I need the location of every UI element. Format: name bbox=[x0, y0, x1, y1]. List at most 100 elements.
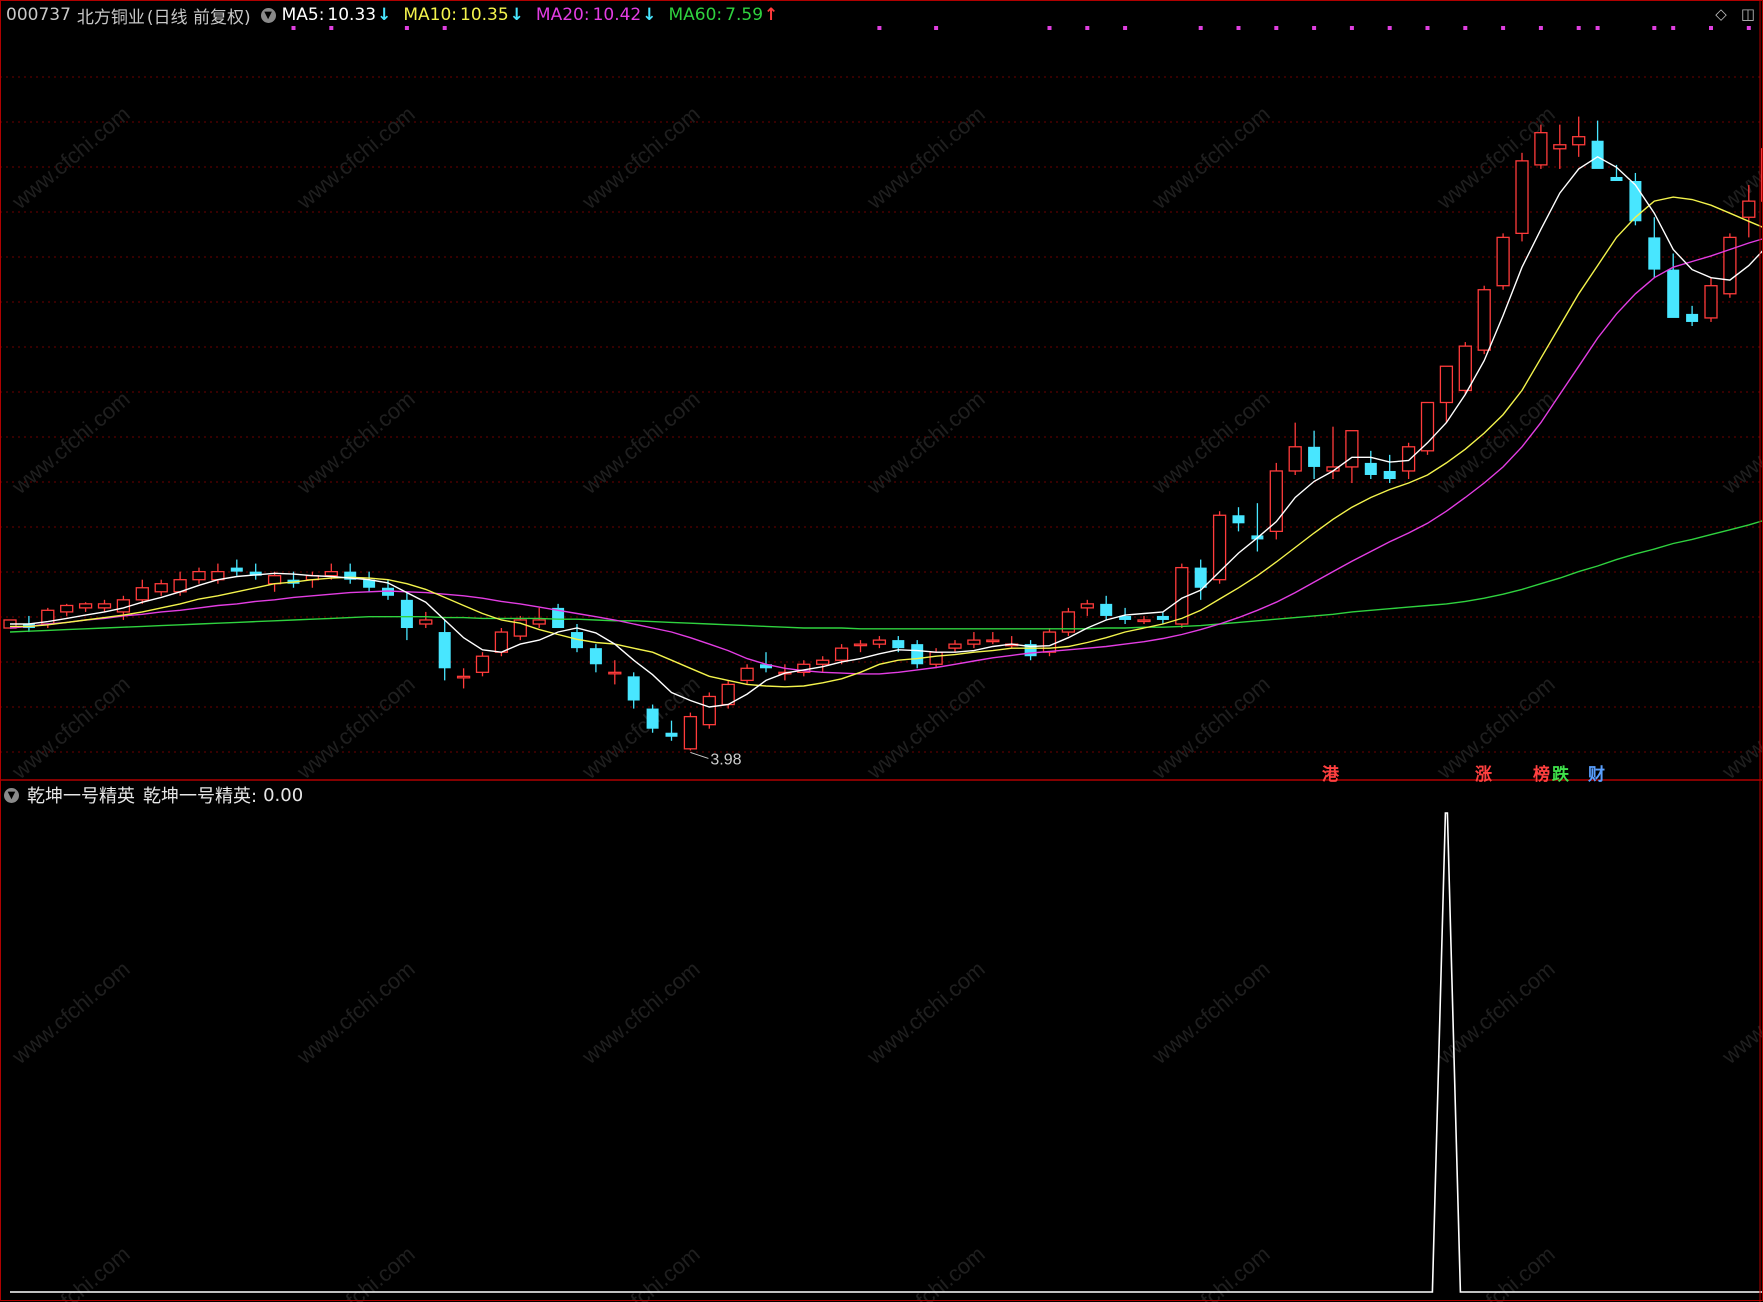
dropdown-icon[interactable]: ▼ bbox=[260, 7, 276, 23]
candle bbox=[702, 692, 716, 729]
candle-body-down bbox=[230, 567, 243, 572]
candle-body-up bbox=[1212, 514, 1227, 581]
watermark-text: www.cfchi.com bbox=[1146, 1241, 1274, 1302]
candle-body-up bbox=[1723, 236, 1737, 295]
signal-dot bbox=[1652, 26, 1657, 30]
tag-list[interactable]: 榜 bbox=[1533, 760, 1550, 785]
candle bbox=[740, 664, 754, 685]
indicator-dropdown-icon[interactable]: ▼ bbox=[4, 787, 19, 803]
signal-dot bbox=[1538, 26, 1543, 30]
ma5-label: MA5: bbox=[281, 5, 325, 25]
candle bbox=[1686, 305, 1699, 326]
watermark-text: www.cfchi.com bbox=[6, 1241, 134, 1302]
watermark-text: www.cfchi.com bbox=[861, 1241, 989, 1302]
watermark-text: www.cfchi.com bbox=[1716, 1241, 1763, 1302]
candle-body-up bbox=[192, 570, 206, 581]
signal-dot bbox=[1236, 26, 1241, 30]
candle-body-down bbox=[892, 640, 905, 649]
candle bbox=[60, 603, 74, 616]
candle bbox=[230, 559, 243, 576]
watermark-text: www.cfchi.com bbox=[291, 101, 419, 214]
candle bbox=[1061, 607, 1076, 637]
candle-body-down bbox=[1232, 515, 1245, 524]
diamond-icon[interactable]: ◇ bbox=[1715, 5, 1727, 23]
candle-body-up bbox=[1742, 200, 1756, 218]
candle bbox=[135, 579, 149, 604]
tag-rise[interactable]: 涨 bbox=[1475, 760, 1492, 785]
chart-header: 000737 北方铜业 (日线 前复权) ▼ MA5: 10.33 ↓ MA10… bbox=[6, 3, 790, 28]
candle-body-up bbox=[60, 604, 74, 613]
candle bbox=[627, 672, 640, 709]
candle-body-down bbox=[1629, 181, 1642, 222]
candle bbox=[760, 652, 772, 673]
restore-icon[interactable]: ◫ bbox=[1741, 5, 1755, 23]
candle-body-up bbox=[683, 715, 698, 750]
watermark-text: www.cfchi.com bbox=[861, 671, 989, 784]
signal-dot bbox=[1501, 26, 1506, 30]
candle bbox=[1100, 595, 1113, 620]
chart-canvas[interactable]: www.cfchi.com www.cfchi.com www.cfchi.com w… bbox=[0, 0, 1763, 1302]
tag-finance[interactable]: 财 bbox=[1588, 760, 1605, 785]
candle-body-up bbox=[1572, 136, 1586, 146]
candle bbox=[249, 563, 262, 580]
candle bbox=[400, 591, 413, 641]
ma10-down-arrow-icon: ↓ bbox=[509, 5, 524, 25]
indicator-name[interactable]: 乾坤一号精英 bbox=[27, 782, 135, 808]
low-price-label: 3.98 bbox=[710, 751, 741, 768]
ma60-up-arrow-icon: ↑ bbox=[764, 5, 779, 25]
candle bbox=[1212, 511, 1227, 584]
tag-hk[interactable]: 港 bbox=[1322, 760, 1339, 785]
candle bbox=[1477, 285, 1491, 355]
candle bbox=[154, 579, 168, 596]
watermark-text: www.cfchi.com bbox=[6, 101, 134, 214]
signal-dot bbox=[1349, 26, 1354, 30]
candle-body-up bbox=[1515, 160, 1529, 235]
candle bbox=[552, 603, 565, 629]
candle bbox=[1308, 430, 1321, 480]
candle-body-down bbox=[911, 644, 924, 665]
signal-dot bbox=[1746, 26, 1751, 30]
watermark-text: www.cfchi.com bbox=[576, 956, 704, 1069]
ma60-label: MA60: bbox=[668, 5, 723, 25]
candle-body-up bbox=[853, 643, 868, 647]
candle bbox=[438, 619, 451, 681]
tag-fall[interactable]: 跌 bbox=[1552, 760, 1569, 785]
candle bbox=[1080, 599, 1094, 616]
candle bbox=[475, 652, 490, 677]
ma20-label: MA20: bbox=[535, 5, 590, 25]
ma20-value: 10.42 bbox=[592, 5, 642, 25]
candle-body-up bbox=[1042, 631, 1057, 653]
stock-name[interactable]: 北方铜业 bbox=[77, 3, 145, 28]
watermark-text: www.cfchi.com bbox=[1146, 671, 1274, 784]
signal-dot bbox=[1274, 26, 1279, 30]
candle bbox=[1496, 233, 1510, 290]
candle bbox=[683, 712, 698, 751]
watermark-text: www.cfchi.com bbox=[291, 956, 419, 1069]
candle-body-up bbox=[872, 639, 887, 645]
candle bbox=[1439, 365, 1454, 423]
candle-body-down bbox=[1591, 140, 1604, 169]
signal-dot bbox=[1312, 26, 1317, 30]
candle-body-up bbox=[967, 639, 981, 645]
signal-dot bbox=[1198, 26, 1203, 30]
candle-body-up bbox=[97, 603, 112, 609]
ma20-down-arrow-icon: ↓ bbox=[642, 5, 657, 25]
candle-body-up bbox=[1401, 446, 1416, 472]
candle bbox=[589, 644, 602, 673]
ma60-value: 7.59 bbox=[725, 5, 764, 25]
ma10-label: MA10: bbox=[403, 5, 457, 25]
window-controls: ◇ ◫ bbox=[1715, 5, 1755, 23]
candle-body-up bbox=[532, 619, 546, 625]
candle-body-down bbox=[1383, 470, 1396, 480]
signal-dot bbox=[1576, 26, 1581, 30]
chart-period[interactable]: (日线 前复权) bbox=[147, 3, 251, 28]
candle-body-up bbox=[740, 667, 754, 682]
candle bbox=[267, 571, 282, 592]
candle-body-up bbox=[116, 599, 131, 613]
candle bbox=[1723, 233, 1737, 298]
candle bbox=[853, 640, 868, 653]
candle bbox=[1515, 152, 1529, 242]
candle bbox=[456, 668, 471, 689]
watermark-text: www.cfchi.com bbox=[1146, 101, 1274, 214]
watermark-text: www.cfchi.com bbox=[861, 956, 989, 1069]
